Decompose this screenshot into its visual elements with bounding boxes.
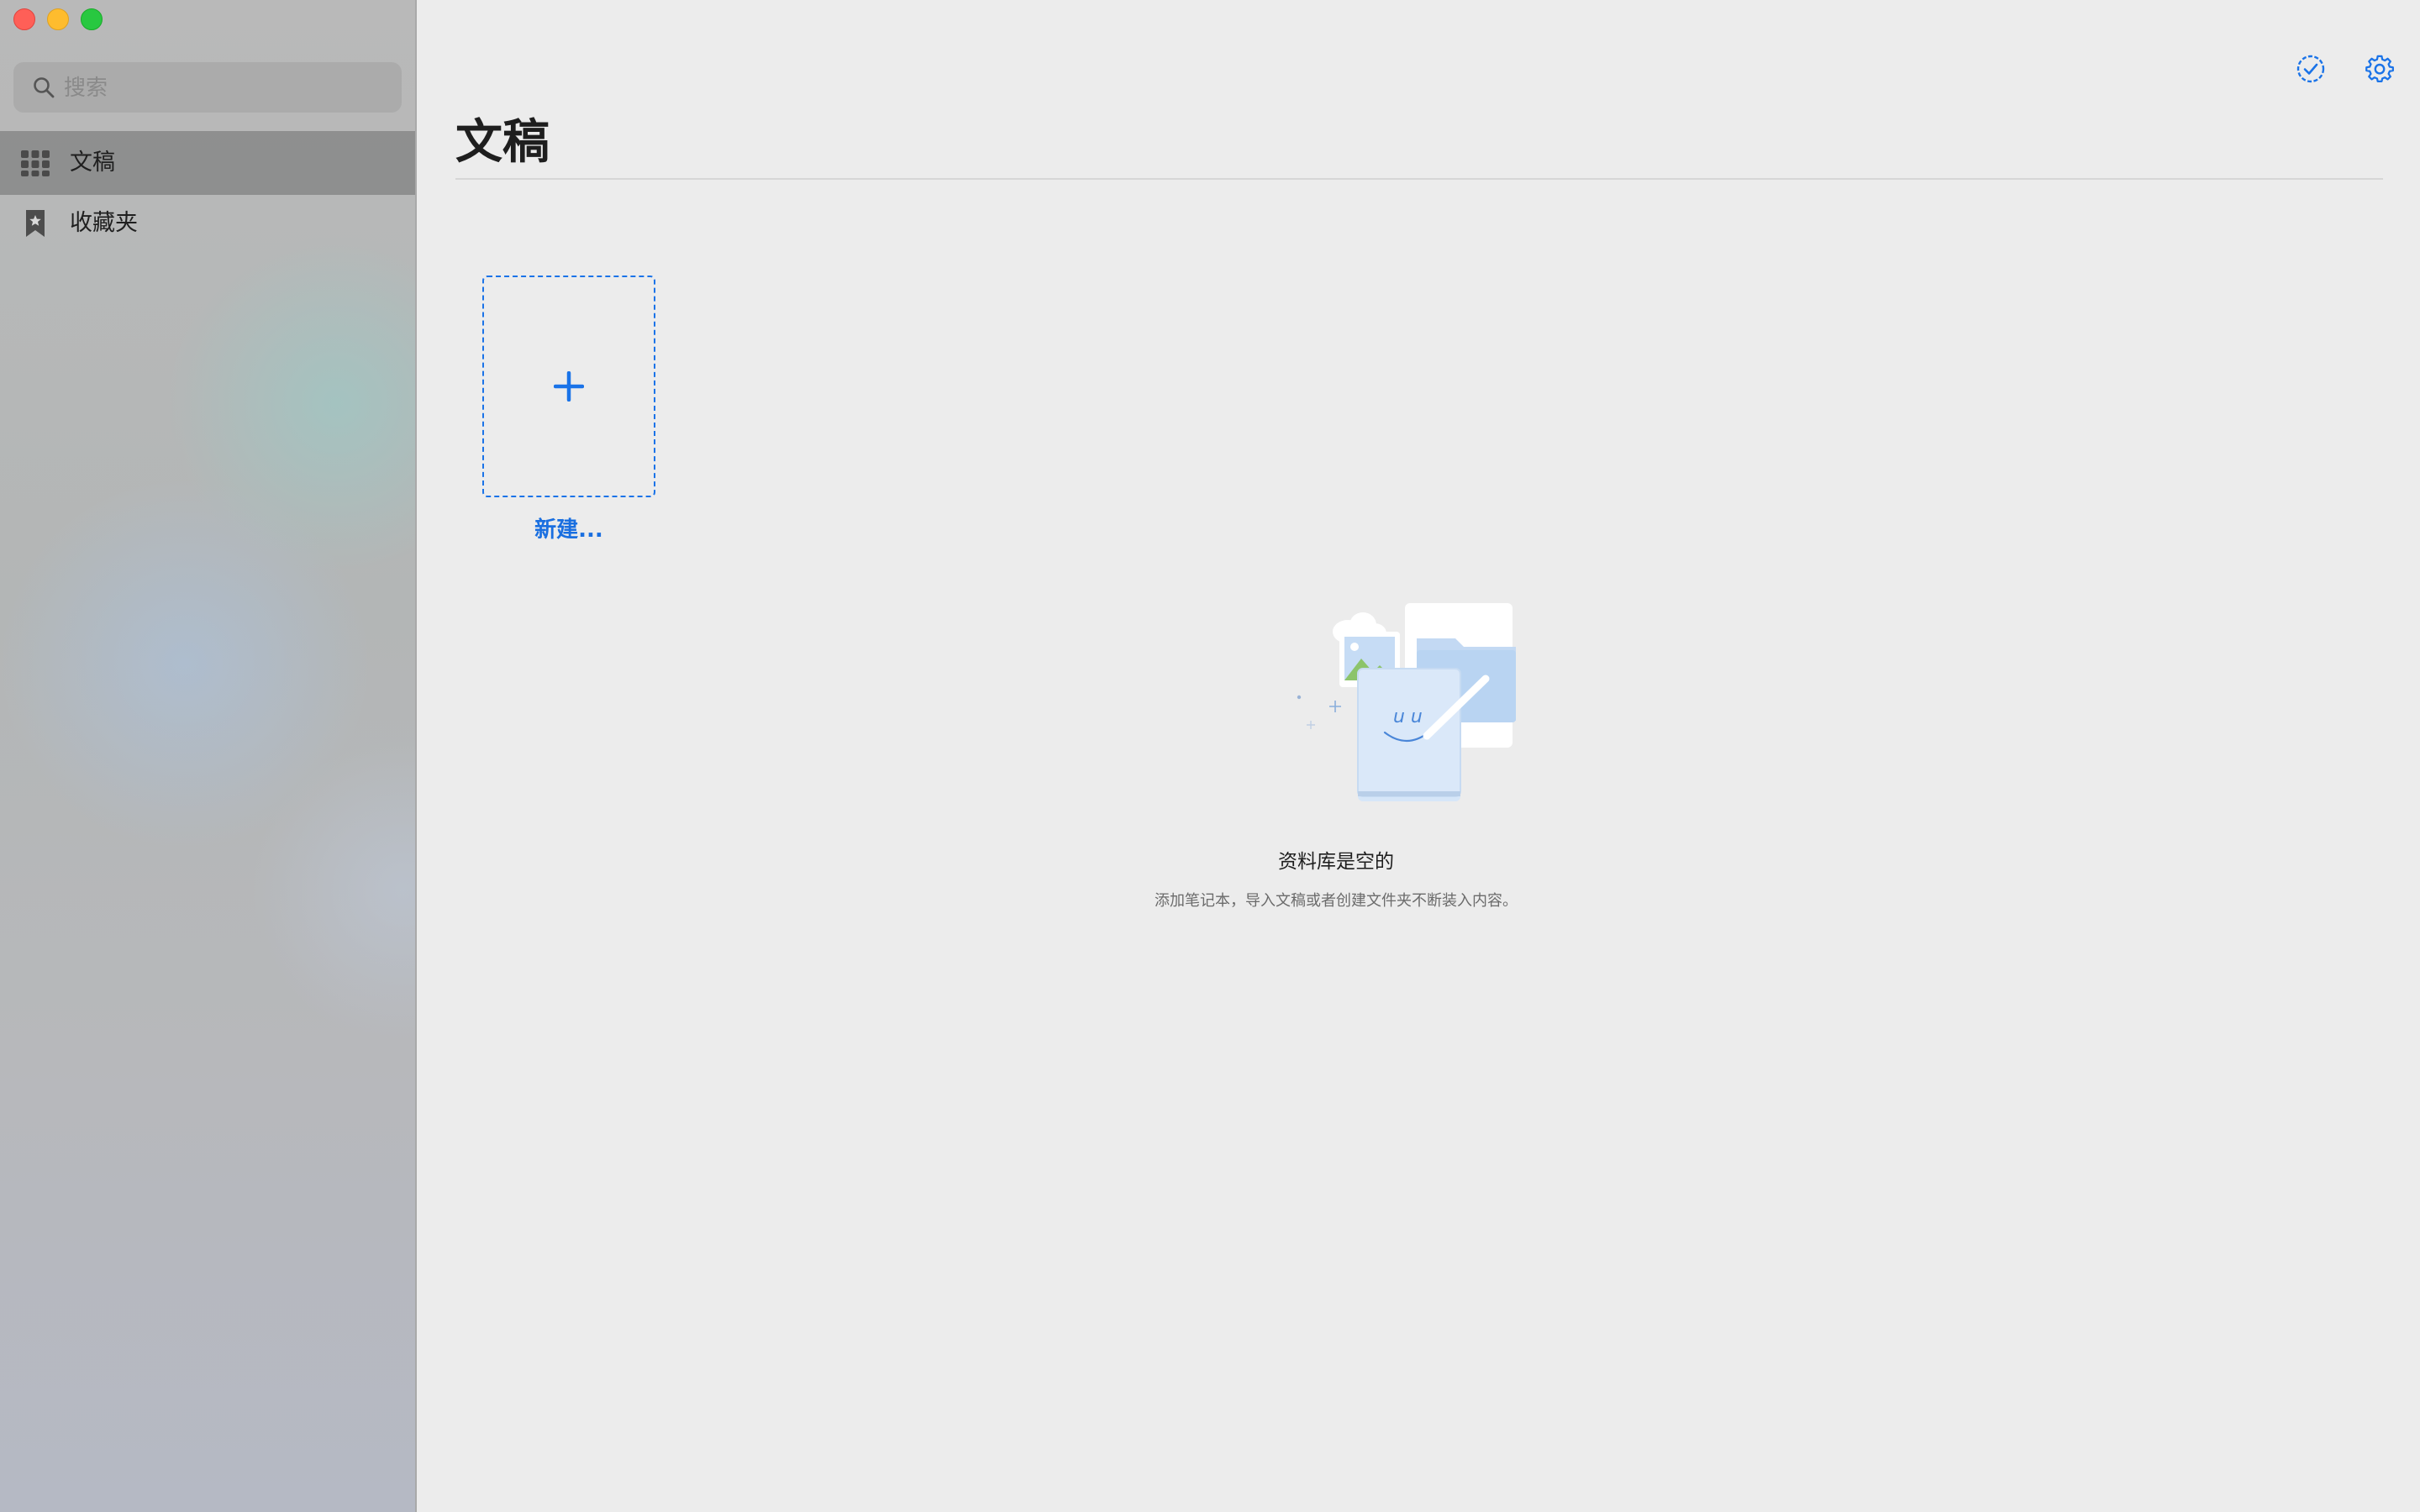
empty-state-description: 添加笔记本，导入文稿或者创建文件夹不断装入内容。: [1155, 892, 1518, 910]
new-document-button[interactable]: [482, 276, 655, 497]
svg-text:u u: u u: [1393, 706, 1423, 727]
search-field[interactable]: [13, 62, 402, 113]
app-window: 文稿 收藏夹 文稿 新: [0, 0, 2420, 1512]
empty-state-title: 资料库是空的: [1278, 851, 1394, 873]
window-minimize-button[interactable]: [47, 8, 69, 30]
sidebar-item-label: 收藏夹: [70, 210, 138, 236]
bookmark-star-icon: [26, 210, 45, 237]
new-document-label[interactable]: 新建...: [469, 512, 669, 543]
main-content: 文稿 新建... u u 资料库是空的 添加笔记本，导入文稿或者创建文件夹不断装…: [417, 0, 2420, 1512]
grid-icon: [21, 150, 50, 176]
window-zoom-button[interactable]: [81, 8, 103, 30]
empty-library-illustration: u u: [1297, 603, 1516, 801]
search-input[interactable]: [62, 69, 393, 108]
sidebar-item-favorites[interactable]: 收藏夹: [0, 192, 415, 255]
sidebar-item-label: 文稿: [70, 150, 115, 176]
sidebar: 文稿 收藏夹: [0, 0, 417, 1512]
plus-icon: [554, 371, 584, 402]
window-close-button[interactable]: [13, 8, 35, 30]
page-title: 文稿: [455, 115, 550, 170]
gear-icon[interactable]: [2365, 54, 2395, 84]
sidebar-item-documents[interactable]: 文稿: [0, 131, 415, 195]
title-divider: [455, 178, 2383, 180]
select-check-icon[interactable]: [2296, 54, 2326, 84]
search-icon: [34, 77, 55, 98]
